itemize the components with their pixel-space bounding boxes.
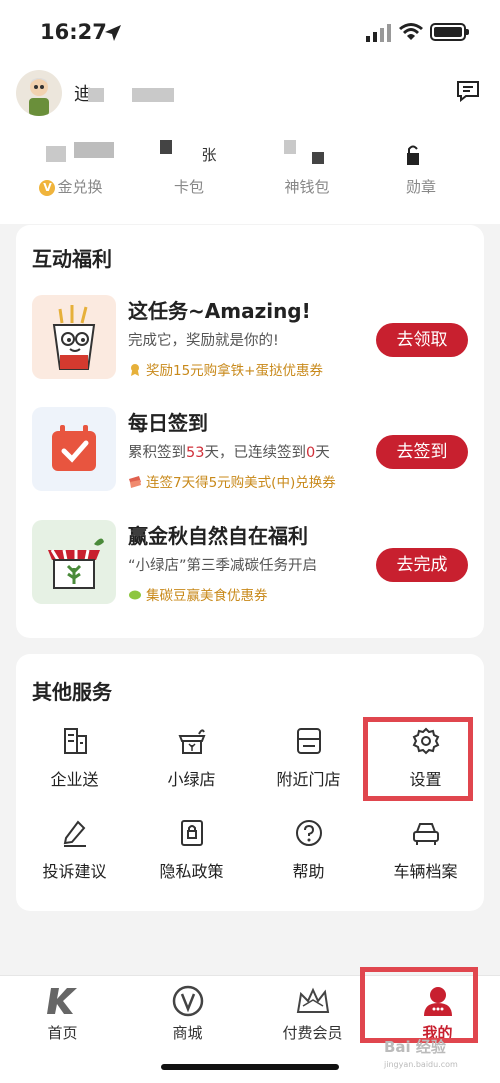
service-help[interactable]: 帮助 [250,818,367,882]
redacted-value [312,152,324,164]
coin-icon: V [39,179,56,196]
tab-home[interactable]: 首页 [0,984,125,1043]
task-title: 这任务~Amazing! [128,299,311,323]
service-label: 小绿店 [167,770,216,789]
watermark-url: jingyan.baidu.com [384,1060,458,1069]
tab-mall[interactable]: 商城 [125,984,250,1043]
task-reward: 连签7天得5元购美式(中)兑换券 [128,471,336,491]
service-green-store[interactable]: 小绿店 [133,726,250,790]
task-desc: “小绿店”第三季减碳任务开启 [128,558,318,574]
mall-icon [172,985,203,1017]
task-autumn: 赢金秋自然自在福利 “小绿店”第三季减碳任务开启 集碳豆赢美食优惠券 去完成 [16,520,484,620]
lock-icon [407,145,419,165]
task-amazing: 这任务~Amazing! 完成它，奖励就是你的! 奖励15元购拿铁+蛋挞优惠券 … [16,295,484,395]
service-feedback[interactable]: 投诉建议 [16,818,133,882]
services-title: 其他服务 [32,680,112,704]
car-icon [412,823,439,845]
mine-highlight-box [360,967,478,1043]
checkin-button[interactable]: 去签到 [376,435,468,469]
service-label: 投诉建议 [42,862,107,881]
help-icon [295,820,322,846]
welfare-card: 互动福利 这任务~Amazing! 完成它，奖励就是你的! 奖励15元购拿铁+蛋… [16,225,484,638]
ticket-icon [129,476,141,488]
redacted-value [284,140,296,154]
crown-icon [296,987,329,1013]
redacted-value [46,146,66,162]
tab-label: 商城 [172,1024,203,1042]
popcorn-icon [32,295,116,379]
battery-icon [430,23,469,41]
task-daily-checkin: 每日签到 累积签到53天，已连续签到0天 连签7天得5元购美式(中)兑换券 去签… [16,407,484,507]
tab-label: 首页 [47,1024,78,1042]
service-label: 隐私政策 [159,862,224,881]
service-enterprise[interactable]: 企业送 [16,726,133,790]
location-arrow-icon [105,25,121,41]
status-bar: 16:27 [0,0,500,66]
task-title: 每日签到 [128,411,208,435]
service-privacy[interactable]: 隐私政策 [133,818,250,882]
home-indicator[interactable] [161,1064,339,1070]
service-label: 企业送 [50,770,99,789]
welfare-title: 互动福利 [32,247,112,271]
message-icon[interactable] [456,80,480,102]
service-nearby-stores[interactable]: 附近门店 [250,726,367,790]
tab-label: 付费会员 [282,1024,343,1042]
watermark: Bai 经验 [384,1038,446,1056]
task-title: 赢金秋自然自在福利 [128,524,308,548]
store-icon [296,728,321,754]
green-store-icon [178,729,205,754]
task-desc: 完成它，奖励就是你的! [128,333,279,349]
avatar[interactable] [16,70,62,116]
feedback-icon [63,820,86,847]
claim-button[interactable]: 去领取 [376,323,468,357]
calendar-check-icon [32,407,116,491]
building-icon [63,728,87,754]
stat-label: 神钱包 [284,178,330,196]
settings-highlight-box [363,717,473,801]
redacted-value [74,142,114,158]
task-reward: 集碳豆赢美食优惠券 [128,584,268,604]
stat-label: 勋章 [405,178,436,196]
stat-label: 卡包 [173,178,204,196]
tab-paid-member[interactable]: 付费会员 [250,984,375,1043]
service-label: 帮助 [292,862,325,881]
medal-icon [131,364,139,376]
bean-icon [129,590,141,600]
stat-label: V 金兑换 [16,176,126,197]
service-label: 附近门店 [276,770,341,789]
task-desc: 累积签到53天，已连续签到0天 [128,445,330,461]
stat-value: 张 [201,146,217,164]
privacy-icon [180,820,203,846]
redacted-name-block [88,88,104,102]
stats-row: V 金兑换 张 卡包 神钱包 勋章 [0,138,500,198]
redacted-name-block [132,88,174,102]
wifi-icon [399,23,423,40]
green-store-icon [32,520,116,604]
service-label: 车辆档案 [393,862,458,881]
cellular-signal-icon [366,24,391,42]
complete-button[interactable]: 去完成 [376,548,468,582]
task-reward: 奖励15元购拿铁+蛋挞优惠券 [128,359,323,379]
status-time: 16:27 [40,20,107,44]
service-vehicle-records[interactable]: 车辆档案 [367,818,484,882]
profile-header: 迪 V 金兑换 张 卡包 神钱包 勋章 [0,66,500,224]
k-logo-icon [46,988,77,1014]
